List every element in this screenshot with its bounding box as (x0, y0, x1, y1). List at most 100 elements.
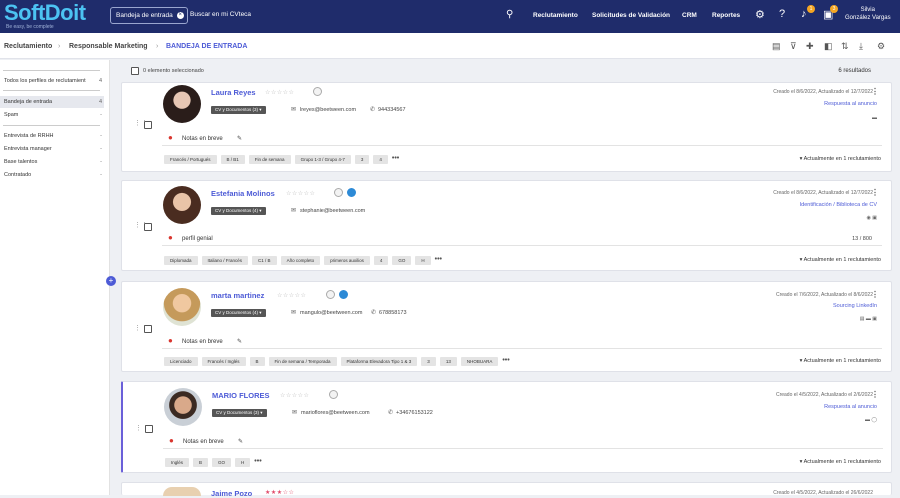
status-icon[interactable] (334, 188, 343, 197)
sidebar-item-spam[interactable]: Spam - (0, 109, 104, 121)
candidate-checkbox[interactable] (144, 223, 152, 231)
attachment-icon[interactable]: ▤ ▬ ▣ (860, 316, 877, 322)
tag-list: Licenciado Francés / Inglés B Fin de semana… (164, 357, 510, 366)
nav-reportes[interactable]: Reportes (712, 12, 740, 19)
user-menu[interactable]: Silvia González Vargas (845, 6, 891, 22)
sidebar-item-base-talentos[interactable]: Base talentos - (0, 156, 104, 168)
candidate-card[interactable]: ⋮⋮ Laura Reyes ☆☆☆☆☆ CV y Documentos (3)… (121, 82, 892, 172)
rating-stars[interactable]: ☆☆☆☆☆ (277, 292, 306, 299)
rating-stars[interactable]: ☆☆☆☆☆ (265, 89, 294, 96)
microphone-icon[interactable]: ● (168, 133, 173, 142)
more-options-icon[interactable]: ⋮ (871, 188, 879, 197)
search-input[interactable]: Buscar en mi CVteca (190, 11, 251, 18)
bell-icon[interactable]: ♪ (801, 8, 807, 20)
sidebar-item-bandeja[interactable]: Bandeja de entrada 4 (0, 96, 104, 108)
pencil-icon[interactable]: ✎ (238, 438, 243, 445)
nav-reclutamiento[interactable]: Reclutamiento (533, 12, 578, 19)
columns-icon[interactable]: ◧ (824, 41, 833, 52)
candidate-card[interactable]: ⋮⋮ marta martinez ☆☆☆☆☆ CV y Documentos … (121, 281, 892, 372)
softdoit-logo[interactable]: SoftDoit (4, 0, 86, 26)
more-tags-icon[interactable]: ••• (254, 458, 261, 465)
nav-solicitudes[interactable]: Solicitudes de Validación (592, 12, 670, 19)
cv-documents-button[interactable]: CV y Documentos (4) ▾ (211, 207, 266, 215)
candidate-email[interactable]: stephanie@beetween.com (300, 208, 365, 214)
candidate-email[interactable]: marioflores@beetween.com (301, 410, 370, 416)
sort-icon[interactable]: ⇅ (841, 41, 849, 52)
microphone-icon[interactable]: ● (169, 436, 174, 445)
sidebar-item-count: - (100, 172, 102, 178)
notes-field[interactable]: ● Notas en breve ✎ (163, 434, 883, 449)
attachment-icon[interactable]: ▬ ◯ (865, 417, 877, 423)
rating-stars[interactable]: ☆☆☆☆☆ (280, 392, 309, 399)
cv-documents-button[interactable]: CV y Documentos (4) ▾ (211, 309, 266, 317)
tag: B (193, 458, 209, 467)
candidate-phone[interactable]: +34676153122 (396, 410, 433, 416)
breadcrumb-responsable-marketing[interactable]: Responsable Marketing (69, 43, 148, 50)
more-options-icon[interactable]: ⋮ (871, 390, 879, 399)
download-icon[interactable]: ⤓ (859, 41, 863, 52)
candidate-checkbox[interactable] (144, 325, 152, 333)
status-icon[interactable] (329, 390, 338, 399)
filter-icon[interactable]: ⊽ (790, 41, 797, 52)
notes-field[interactable]: ● Notas en breve ✎ (162, 131, 882, 146)
recruitment-status[interactable]: ▾ Actualmente en 1 reclutamiento (800, 156, 881, 162)
add-stage-button[interactable]: + (106, 276, 116, 286)
linkedin-icon[interactable] (347, 188, 356, 197)
sidebar-item-entrevista-rrhh[interactable]: Entrevista de RRHH - (0, 130, 104, 142)
more-tags-icon[interactable]: ••• (435, 256, 442, 263)
notes-field[interactable]: ● perfil genial 13 / 800 (162, 231, 882, 246)
recruitment-status[interactable]: ▾ Actualmente en 1 reclutamiento (800, 358, 881, 364)
more-options-icon[interactable]: ⋮ (871, 290, 879, 299)
candidate-name[interactable]: Laura Reyes (211, 88, 256, 97)
recruitment-status[interactable]: ▾ Actualmente en 1 reclutamiento (800, 459, 881, 465)
microphone-icon[interactable]: ● (168, 233, 173, 242)
sidebar-item-count: 4 (98, 99, 102, 105)
pencil-icon[interactable]: ✎ (237, 135, 242, 142)
view-icon[interactable]: ◉ ▣ (867, 215, 877, 221)
candidate-email[interactable]: lreyes@beetween.com (300, 107, 356, 113)
candidate-phone[interactable]: 678858173 (379, 310, 407, 316)
cv-documents-button[interactable]: CV y Documentos (3) ▾ (212, 409, 267, 417)
rating-stars[interactable]: ☆☆☆☆☆ (286, 190, 315, 197)
status-icon[interactable] (313, 87, 322, 96)
cv-count: (3) (252, 107, 259, 112)
add-user-icon[interactable]: ✚ (806, 41, 814, 52)
candidate-phone[interactable]: 944334567 (378, 107, 406, 113)
linkedin-icon[interactable] (339, 290, 348, 299)
microphone-icon[interactable]: ● (168, 336, 173, 345)
sidebar-item-todos[interactable]: Todos los perfiles de reclutamient 4 (0, 75, 104, 87)
sidebar-item-entrevista-manager[interactable]: Entrevista manager - (0, 143, 104, 155)
status-icon[interactable] (326, 290, 335, 299)
candidate-name[interactable]: Estefania Molinos (211, 189, 275, 198)
help-icon[interactable]: ? (779, 8, 785, 20)
document-icon[interactable]: ▤ (772, 41, 781, 52)
candidate-checkbox[interactable] (145, 425, 153, 433)
search-icon[interactable]: ⚲ (506, 9, 513, 20)
candidate-name[interactable]: marta martinez (211, 291, 264, 300)
candidate-card[interactable]: ⋮⋮ MARIO FLORES ☆☆☆☆☆ CV y Documentos (3… (121, 381, 892, 473)
candidate-source: Sourcing LinkedIn (832, 303, 877, 309)
breadcrumb-reclutamiento[interactable]: Reclutamiento (4, 43, 52, 50)
gear-icon[interactable]: ⚙ (755, 8, 765, 21)
settings-icon[interactable]: ⚙ (877, 41, 885, 52)
candidate-card[interactable]: ⋮⋮ Estefania Molinos ☆☆☆☆☆ CV y Document… (121, 180, 892, 271)
candidate-checkbox[interactable] (144, 121, 152, 129)
cv-documents-button[interactable]: CV y Documentos (3) ▾ (211, 106, 266, 114)
inbox-filter-chip[interactable]: Bandeja de entrada × (110, 7, 188, 24)
more-options-icon[interactable]: ⋮ (871, 87, 879, 96)
pencil-icon[interactable]: ✎ (237, 338, 242, 345)
attachment-icon[interactable]: ▬ (872, 115, 877, 121)
more-tags-icon[interactable]: ••• (392, 155, 399, 162)
notes-field[interactable]: ● Notas en breve ✎ (162, 334, 882, 349)
nav-crm[interactable]: CRM (682, 12, 697, 19)
recruitment-status[interactable]: ▾ Actualmente en 1 reclutamiento (800, 257, 881, 263)
chevron-right-icon: › (58, 43, 61, 50)
candidate-email[interactable]: mangulo@beetween.com (300, 310, 362, 316)
sidebar-item-contratado[interactable]: Contratado - (0, 169, 104, 181)
select-all-checkbox[interactable] (131, 67, 139, 75)
candidate-card[interactable]: Jaime Pozo ★★★☆☆ Creado el 4/5/2022, Act… (121, 482, 892, 498)
candidate-name[interactable]: Jaime Pozo (211, 489, 252, 498)
candidate-name[interactable]: MARIO FLORES (212, 391, 270, 400)
close-icon[interactable]: × (176, 12, 184, 19)
more-tags-icon[interactable]: ••• (502, 357, 509, 364)
